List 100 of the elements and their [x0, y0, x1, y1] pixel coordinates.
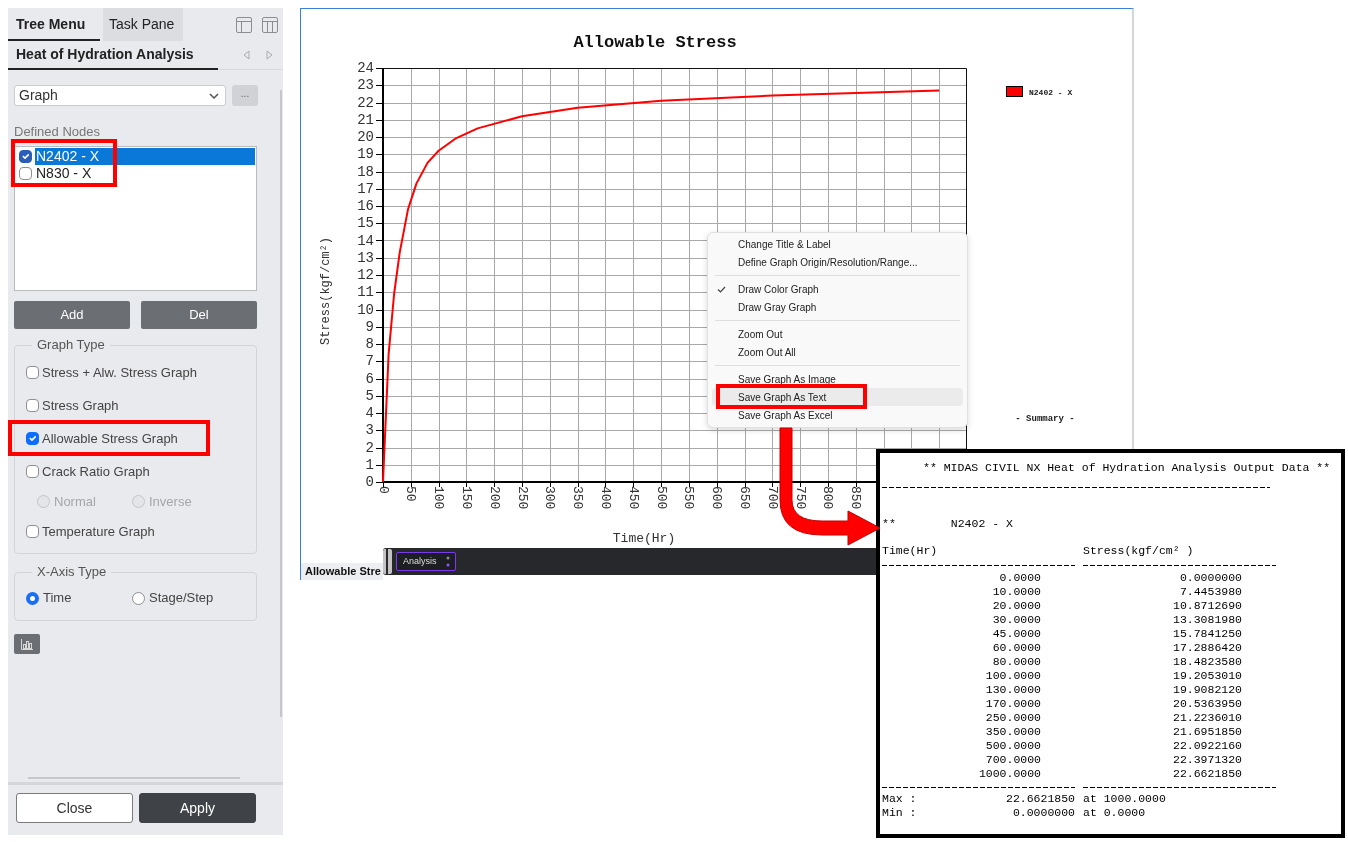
- checkbox[interactable]: [26, 432, 39, 445]
- node-list[interactable]: N2402 - X N830 - X: [14, 146, 257, 291]
- stress-value: 22.0922160: [1173, 739, 1242, 752]
- time-value: 350.0000: [985, 725, 1041, 738]
- x-tick-label: 400: [598, 486, 613, 510]
- chart-button[interactable]: [14, 634, 40, 654]
- sidebar-layout-icon[interactable]: [236, 16, 252, 33]
- time-value: 1000.0000: [978, 767, 1041, 780]
- menu-item[interactable]: Save Graph As Excel: [712, 406, 963, 424]
- y-tick-label: 9: [365, 318, 374, 335]
- stress-value: 20.5363950: [1173, 697, 1242, 710]
- menu-item[interactable]: Zoom Out All: [712, 343, 963, 361]
- stress-value: 19.9082120: [1173, 683, 1242, 696]
- horizontal-scrollbar[interactable]: [28, 777, 240, 779]
- checkbox-label[interactable]: Crack Ratio Graph: [42, 461, 150, 482]
- time-value: 700.0000: [985, 753, 1041, 766]
- panel-tab[interactable]: Task Pane: [103, 8, 183, 41]
- node-item[interactable]: N830 - X: [35, 165, 255, 182]
- checkbox-label[interactable]: Temperature Graph: [42, 521, 155, 542]
- menu-item[interactable]: Draw Color Graph: [712, 280, 963, 298]
- x-tick-label: 300: [542, 486, 558, 510]
- panel-tab[interactable]: Tree Menu: [8, 8, 100, 41]
- radio-label[interactable]: Time: [43, 588, 72, 608]
- analysis-dropdown[interactable]: Analysis: [396, 552, 456, 571]
- checkbox[interactable]: [26, 399, 39, 412]
- time-value: 30.0000: [992, 613, 1041, 626]
- time-value: 80.0000: [992, 655, 1041, 668]
- panel-title: Heat of Hydration Analysis: [8, 41, 218, 70]
- legend-label: N2402 - X: [1029, 87, 1073, 97]
- y-tick-label: 19: [357, 146, 374, 163]
- summary-heading: - Summary -: [1015, 414, 1075, 424]
- menu-item[interactable]: Define Graph Origin/Resolution/Range...: [712, 253, 963, 271]
- stress-value: 13.3081980: [1173, 613, 1242, 626]
- close-button[interactable]: Close: [16, 793, 133, 823]
- x-tick-label: 350: [570, 486, 586, 510]
- checkbox-label[interactable]: Allowable Stress Graph: [42, 428, 178, 449]
- checkbox[interactable]: [26, 525, 39, 538]
- columns-layout-icon[interactable]: [262, 16, 278, 33]
- checkbox[interactable]: [26, 465, 39, 478]
- stress-value: 10.8712690: [1173, 599, 1242, 612]
- y-tick-label: 13: [357, 249, 374, 266]
- x-tick-label: 150: [458, 486, 474, 510]
- menu-item[interactable]: Change Title & Label: [712, 235, 963, 253]
- x-tick-label: 0: [375, 486, 391, 494]
- time-value: 170.0000: [985, 697, 1041, 710]
- node-item[interactable]: N2402 - X: [35, 148, 255, 165]
- node-marker: **: [882, 517, 896, 531]
- mode-dropdown[interactable]: Graph: [14, 85, 226, 106]
- time-value: 0.0000: [999, 571, 1041, 584]
- radio-label[interactable]: Stage/Step: [149, 588, 214, 608]
- x-tick-label: 700: [764, 486, 780, 510]
- menu-item[interactable]: Draw Gray Graph: [712, 298, 963, 316]
- stress-value: 7.4453980: [1179, 585, 1242, 598]
- vertical-dots-icon: [446, 556, 450, 567]
- radio-button[interactable]: [132, 591, 145, 605]
- checkbox-label[interactable]: Stress + Alw. Stress Graph: [42, 362, 197, 383]
- left-triangle-icon[interactable]: [243, 50, 250, 60]
- drag-handle[interactable]: [383, 549, 392, 574]
- y-tick-label: 8: [365, 336, 374, 352]
- stress-value: 15.7841250: [1173, 627, 1242, 640]
- stress-value: 0.0000000: [1179, 571, 1242, 584]
- checkbox-label[interactable]: Stress Graph: [42, 395, 119, 416]
- y-tick-label: 22: [357, 94, 374, 111]
- summary-location: at 0.0000: [1083, 806, 1146, 819]
- x-axis-title: Time(Hr): [612, 531, 676, 546]
- y-tick-label: 11: [357, 284, 374, 301]
- column-header: Time(Hr): [882, 544, 938, 557]
- time-value: 20.0000: [992, 599, 1041, 612]
- radio-button[interactable]: [26, 591, 39, 605]
- chevron-down-icon: [209, 92, 219, 99]
- vertical-scrollbar[interactable]: [280, 90, 282, 717]
- time-value: 500.0000: [985, 739, 1041, 752]
- y-tick-label: 1: [365, 456, 374, 473]
- add-button[interactable]: Add: [14, 301, 130, 329]
- checkbox[interactable]: [26, 366, 39, 379]
- time-value: 60.0000: [992, 641, 1041, 654]
- column-header: Stress(kgf/cm² ): [1083, 544, 1194, 557]
- group-title: X-Axis Type: [36, 565, 108, 579]
- y-axis-title: Stress(kgf/cm²): [319, 237, 333, 345]
- chart-tab[interactable]: Allowable Stre: [301, 563, 383, 580]
- stress-value: 22.3971320: [1173, 753, 1242, 766]
- checkbox[interactable]: [19, 167, 32, 180]
- stress-value: 19.2053010: [1173, 669, 1242, 682]
- y-tick-label: 6: [365, 370, 374, 387]
- delete-button[interactable]: Del: [141, 301, 257, 329]
- stress-value: 17.2886420: [1173, 641, 1242, 654]
- y-tick-label: 21: [357, 111, 374, 128]
- y-tick-label: 14: [357, 232, 374, 249]
- output-title: ** MIDAS CIVIL NX Heat of Hydration Analysis Output Data **: [923, 461, 1331, 474]
- apply-button[interactable]: Apply: [139, 793, 256, 823]
- y-tick-label: 3: [365, 422, 374, 439]
- menu-item[interactable]: Zoom Out: [712, 325, 963, 343]
- time-value: 10.0000: [992, 585, 1041, 598]
- group-title: Graph Type: [36, 338, 106, 352]
- menu-item[interactable]: Save Graph As Image: [712, 370, 963, 388]
- y-tick-label: 5: [365, 387, 374, 404]
- x-tick-label: 200: [486, 486, 502, 510]
- right-triangle-icon[interactable]: [266, 50, 273, 60]
- x-tick-label: 800: [820, 486, 836, 510]
- checkbox[interactable]: [19, 150, 32, 163]
